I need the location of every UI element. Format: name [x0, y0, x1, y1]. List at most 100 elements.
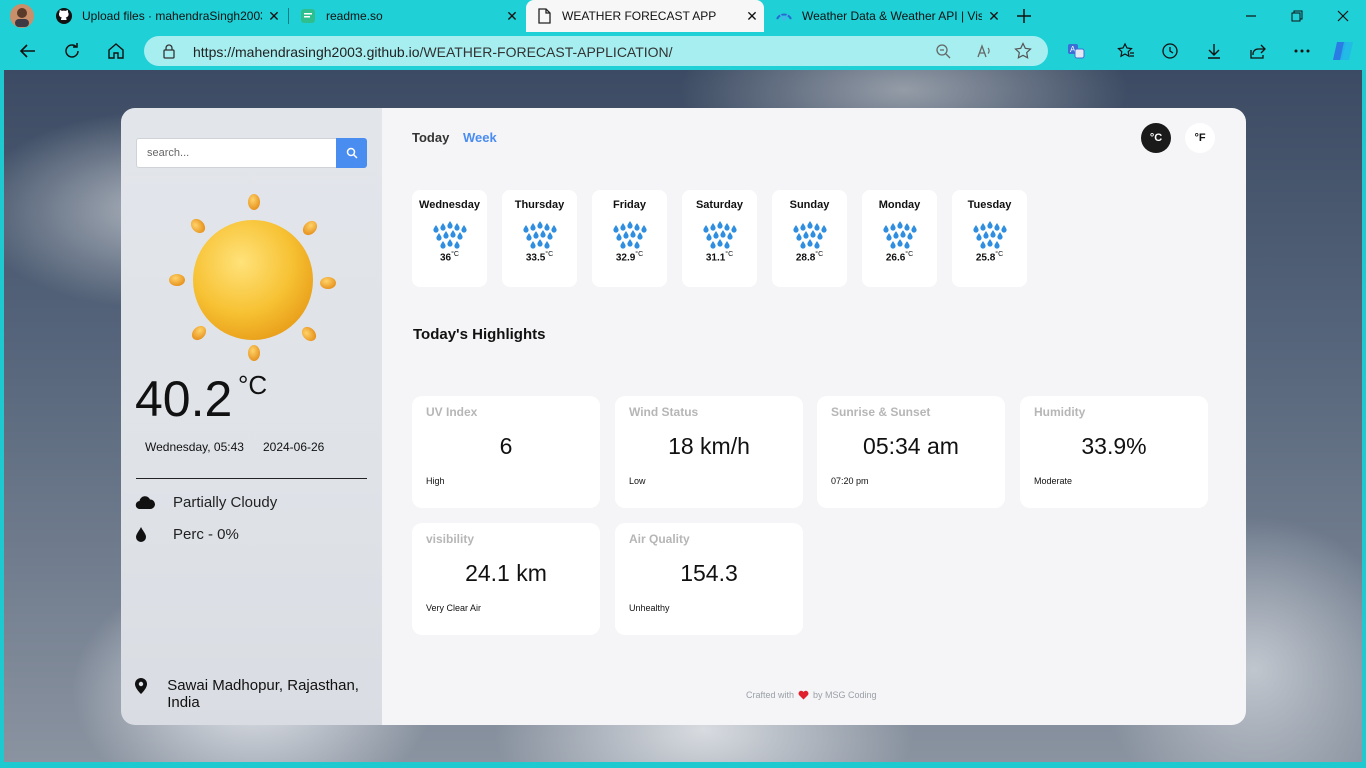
home-button[interactable]	[102, 37, 130, 65]
forecast-temp: 28.8°C	[795, 251, 824, 264]
close-icon[interactable]: ✕	[982, 8, 1006, 25]
highlight-status: Low	[629, 476, 646, 486]
downloads-icon[interactable]	[1200, 37, 1228, 65]
tab-today[interactable]: Today	[412, 130, 449, 145]
current-temperature: 40.2	[135, 371, 233, 427]
highlight-card-sunrise-sunset: Sunrise & Sunset 05:34 am 07:20 pm	[817, 396, 1005, 508]
highlight-label: Air Quality	[629, 532, 690, 546]
tab-week[interactable]: Week	[463, 130, 497, 145]
search-icon	[346, 147, 358, 159]
precipitation-row: Perc - 0%	[135, 525, 239, 543]
date: 2024-06-26	[262, 440, 325, 454]
highlight-status: Unhealthy	[629, 603, 670, 613]
period-tabs: Today Week	[412, 130, 507, 145]
tab-title: WEATHER FORECAST APP	[562, 9, 717, 23]
minimize-button[interactable]	[1228, 0, 1274, 32]
date-time: Wednesday, 05:43 2024-06-26	[145, 440, 324, 454]
share-icon[interactable]	[1244, 37, 1272, 65]
zoom-icon[interactable]	[934, 42, 952, 60]
search-form	[136, 138, 367, 168]
more-options-icon[interactable]	[1288, 37, 1316, 65]
back-button[interactable]	[14, 37, 42, 65]
page-icon	[536, 8, 552, 24]
sun-weather-icon	[166, 193, 341, 368]
rain-icon	[790, 219, 830, 249]
main-panel: Today Week °C °F Wednesday 36°C Thursday 33…	[382, 108, 1246, 725]
precipitation-text: Perc - 0%	[173, 525, 239, 543]
highlight-value: 33.9%	[1081, 433, 1147, 459]
highlights-title: Today's Highlights	[413, 326, 546, 343]
highlight-status: Moderate	[1034, 476, 1073, 486]
close-window-button[interactable]	[1320, 0, 1366, 32]
sidebar: 40.2 °C Wednesday, 05:43 2024-06-26 Parti…	[121, 108, 382, 725]
highlight-card-visibility: visibility 24.1 km Very Clear Air	[412, 523, 600, 635]
forecast-day-card: Friday 32.9°C	[592, 190, 667, 287]
rain-icon	[610, 219, 650, 249]
visualcrossing-icon	[776, 8, 792, 24]
highlight-label: Humidity	[1034, 405, 1086, 419]
restore-button[interactable]	[1274, 0, 1320, 32]
forecast-day-card: Wednesday 36°C	[412, 190, 487, 287]
address-bar[interactable]: https://mahendrasingh2003.github.io/WEAT…	[144, 36, 1048, 66]
tab-title: Upload files · mahendraSingh2003	[82, 9, 262, 23]
highlight-label: Wind Status	[629, 405, 699, 419]
tab-weather-app[interactable]: WEATHER FORECAST APP ✕	[526, 0, 764, 32]
refresh-button[interactable]	[58, 37, 86, 65]
rain-icon	[430, 219, 470, 249]
heart-icon	[798, 690, 809, 700]
highlight-value: 24.1 km	[465, 560, 547, 586]
forecast-day-name: Thursday	[514, 199, 565, 211]
cloud-icon	[135, 493, 157, 511]
forecast-day-name: Monday	[878, 199, 921, 211]
forecast-temp: 33.5°C	[525, 251, 554, 264]
new-tab-button[interactable]	[1010, 2, 1038, 30]
tab-visual-crossing[interactable]: Weather Data & Weather API | Visual Cros…	[766, 0, 1006, 32]
profile-avatar[interactable]	[8, 2, 36, 30]
rain-icon	[700, 219, 740, 249]
highlight-card-uv: UV Index 6 High	[412, 396, 600, 508]
day-time: Wednesday, 05:43	[145, 440, 244, 454]
highlight-label: visibility	[426, 532, 475, 546]
forecast-day-name: Tuesday	[967, 199, 1012, 211]
highlight-label: Sunrise & Sunset	[831, 405, 931, 419]
lock-icon[interactable]	[162, 43, 176, 64]
forecast-day-card: Tuesday 25.8°C	[952, 190, 1027, 287]
tab-readme[interactable]: readme.so ✕	[290, 0, 524, 32]
location-pin-icon	[135, 678, 153, 698]
search-button[interactable]	[336, 138, 367, 168]
translate-icon[interactable]: A	[1062, 37, 1090, 65]
tab-github[interactable]: Upload files · mahendraSingh2003 ✕	[46, 0, 286, 32]
rain-icon	[880, 219, 920, 249]
read-aloud-icon[interactable]	[975, 42, 993, 60]
highlight-card-wind: Wind Status 18 km/h Low	[615, 396, 803, 508]
history-icon[interactable]	[1156, 37, 1184, 65]
forecast-temp: 25.8°C	[975, 251, 1004, 264]
location-text: Sawai Madhopur, Rajasthan, India	[167, 677, 359, 711]
search-input[interactable]	[136, 138, 336, 168]
forecast-day-name: Friday	[612, 199, 646, 211]
favorites-icon[interactable]	[1112, 37, 1140, 65]
close-icon[interactable]: ✕	[500, 8, 524, 25]
forecast-day-name: Saturday	[695, 199, 744, 211]
readme-icon	[300, 8, 316, 24]
forecast-day-name: Sunday	[789, 199, 830, 211]
close-icon[interactable]: ✕	[740, 8, 764, 25]
condition-text: Partially Cloudy	[173, 493, 278, 511]
favorite-star-icon[interactable]	[1014, 42, 1032, 60]
location: Sawai Madhopur, Rajasthan, India	[135, 677, 375, 711]
highlight-card-humidity: Humidity 33.9% Moderate	[1020, 396, 1208, 508]
highlight-value: 18 km/h	[668, 433, 750, 459]
weekly-forecast: Wednesday 36°C Thursday 33.5°C Friday 32.9°C S…	[412, 190, 1042, 287]
copilot-icon[interactable]	[1329, 37, 1357, 65]
fahrenheit-button[interactable]: °F	[1185, 123, 1215, 153]
tab-title: readme.so	[326, 9, 383, 23]
highlight-value: 05:34 am	[863, 433, 959, 459]
forecast-temp: 26.6°C	[885, 251, 914, 264]
close-icon[interactable]: ✕	[262, 8, 286, 25]
highlight-card-air-quality: Air Quality 154.3 Unhealthy	[615, 523, 803, 635]
highlight-value: 6	[499, 433, 513, 459]
footer-author: by MSG Coding	[813, 690, 877, 700]
celsius-button[interactable]: °C	[1141, 123, 1171, 153]
forecast-temp: 32.9°C	[615, 251, 644, 264]
url-text[interactable]: https://mahendrasingh2003.github.io/WEAT…	[193, 44, 673, 60]
